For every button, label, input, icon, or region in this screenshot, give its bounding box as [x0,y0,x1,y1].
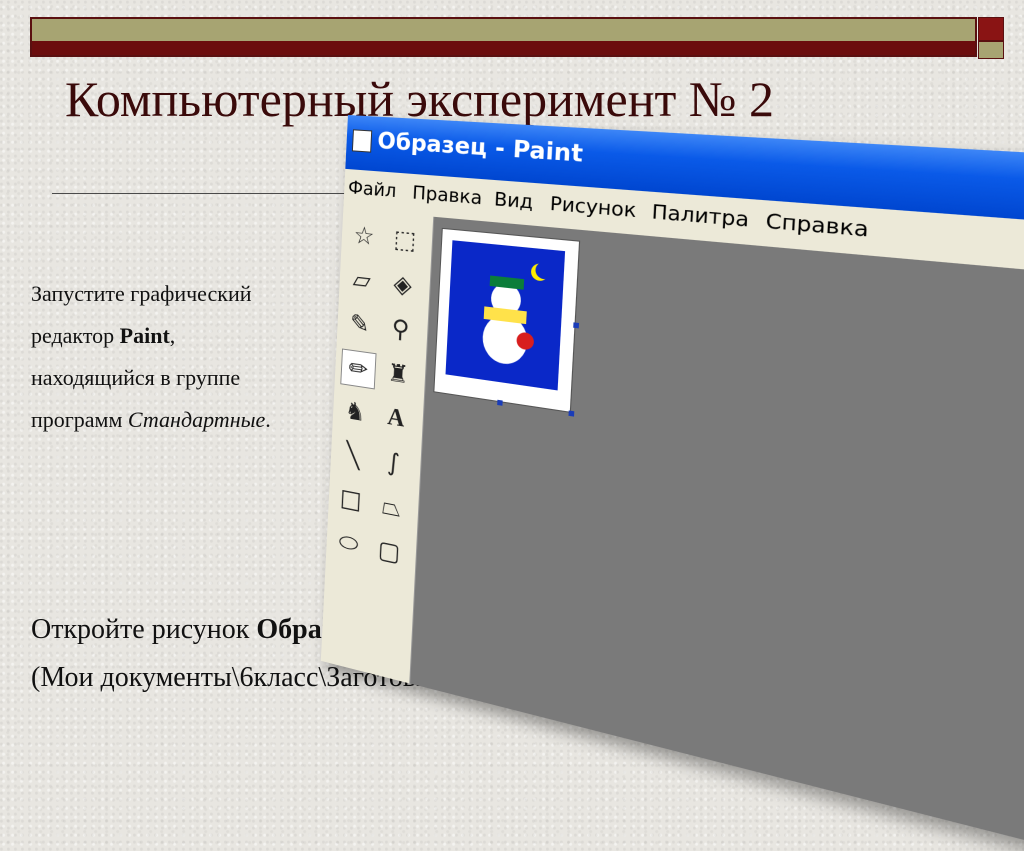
moon-icon [535,261,553,280]
snowman-picture [445,240,566,391]
resize-handle-right[interactable] [573,322,580,329]
instruction-paragraph-1: Запустите графический редактор Paint, на… [31,273,271,441]
line-icon[interactable]: ╲ [336,436,370,476]
instruction-line: редактор Paint, [31,315,271,357]
corner-square-red [978,17,1004,41]
menu-palette[interactable]: Палитра [651,201,750,233]
text-span: . [265,407,271,432]
curve-icon[interactable]: ∫ [376,443,411,483]
menu-file[interactable]: Файл [348,177,397,202]
menu-view[interactable]: Вид [494,188,534,213]
paint-window-title: Образец - Paint [376,128,584,169]
ellipse-icon[interactable]: ⬭ [332,523,366,563]
airbrush-icon[interactable]: ♞ [338,392,372,431]
free-select-icon[interactable]: ☆ [347,217,381,254]
paint-canvas-area [410,216,1024,851]
brush-icon[interactable]: ♜ [381,354,416,393]
eraser-icon[interactable]: ▱ [345,261,379,299]
rounded-rect-icon[interactable]: ▢ [372,531,407,572]
text-span: , [169,323,176,348]
polygon-icon[interactable]: ⏢ [374,487,409,528]
menu-image[interactable]: Рисунок [549,193,637,223]
corner-square-olive [978,41,1004,59]
pencil-icon[interactable]: ✏ [340,348,377,390]
text-span: редактор [31,323,120,348]
text-span: программ [31,407,128,432]
instruction-line: программ Стандартные. [31,399,271,441]
instruction-line: Запустите графический [31,281,252,306]
drawing-canvas[interactable] [433,227,581,413]
paint-app-icon [351,129,373,153]
instruction-line: находящийся в группе [31,365,241,390]
color-picker-icon[interactable]: ✎ [343,305,377,343]
header-band [30,17,977,57]
paint-window-screenshot: Образец - Paint Файл Правка Вид Рисунок … [320,115,1024,851]
header-band-olive [32,19,975,41]
magnifier-icon[interactable]: ⚲ [383,310,418,349]
text-span: Откройте рисунок [31,614,257,645]
header-band-maroon [32,41,975,55]
group-name-italic: Стандартные [127,407,266,432]
resize-handle-bottom[interactable] [497,399,503,406]
menu-help[interactable]: Справка [765,210,869,243]
resize-handle-corner[interactable] [568,410,575,417]
rectangle-icon[interactable]: □ [334,479,368,519]
text-icon[interactable]: A [378,398,413,438]
menu-edit[interactable]: Правка [412,182,483,209]
app-name-bold: Paint [119,323,170,348]
rect-select-icon[interactable]: ⬚ [387,221,422,259]
fill-icon[interactable]: ◈ [385,265,420,303]
